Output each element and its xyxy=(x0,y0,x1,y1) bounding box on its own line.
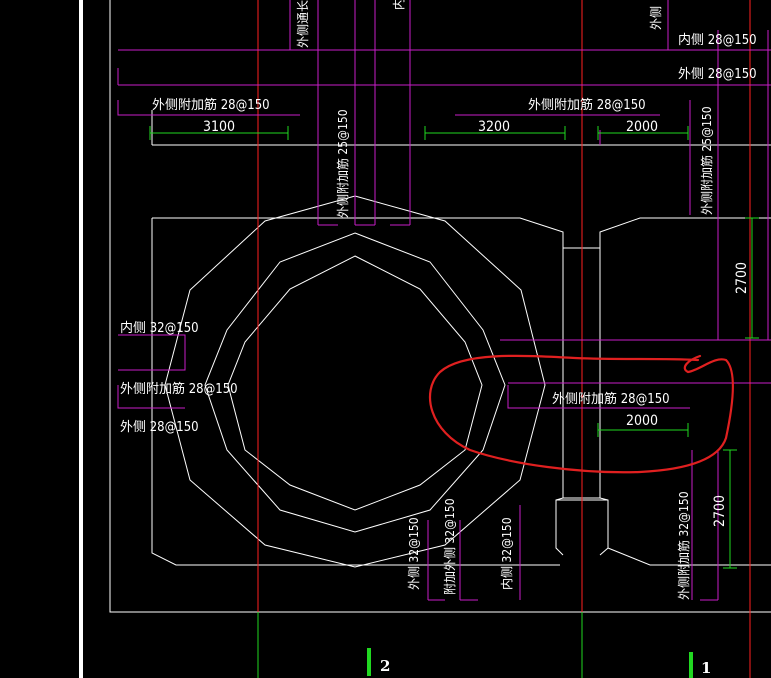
rebar-label: 内 xyxy=(392,0,406,10)
rebar-label: 外侧附加筋 32@150 xyxy=(676,491,691,600)
grid-marker-label: 1 xyxy=(701,659,711,677)
grid-marker-bar xyxy=(689,652,693,678)
dimension-value: 2000 xyxy=(626,119,658,135)
rebar-label: 外侧附加筋 28@150 xyxy=(152,97,270,113)
dimension-labels: 3100 3200 2000 2000 2700 2700 xyxy=(203,119,750,527)
outer-frame xyxy=(109,0,771,613)
dimension-value: 3100 xyxy=(203,119,235,135)
grid-marker-bar xyxy=(367,648,371,676)
middle-octagon xyxy=(204,232,506,533)
grid-marker-1[interactable]: 1 xyxy=(689,652,711,678)
grid-marker-2[interactable]: 2 xyxy=(367,648,390,676)
rebar-label: 外侧附加筋 28@150 xyxy=(120,381,238,397)
rebar-label: 外侧 28@150 xyxy=(678,67,757,82)
grid-marker-label: 2 xyxy=(380,657,390,675)
rebar-label: 外侧通长 xyxy=(296,0,310,48)
rebar-label: 内侧 28@150 xyxy=(678,32,757,48)
rebar-label: 外侧 xyxy=(649,6,663,30)
inner-octagon xyxy=(227,255,483,511)
dimension-value: 2700 xyxy=(734,262,750,294)
structure-outline xyxy=(109,0,771,613)
rebar-label: 外侧附加筋 25@150 xyxy=(335,109,350,218)
rebar-label: 外侧附加筋 28@150 xyxy=(552,391,670,407)
grid-axis-lines xyxy=(257,612,583,678)
rebar-label: 外侧 28@150 xyxy=(120,420,199,435)
dimension-value: 3200 xyxy=(478,119,510,135)
rebar-label: 外侧 32@150 xyxy=(407,517,421,590)
dimension-value: 2700 xyxy=(712,495,728,527)
cad-drawing-canvas[interactable]: 2 1 内侧 28@150 外侧 28@150 外侧附加筋 28@150 外侧附… xyxy=(0,0,771,678)
left-blank-panel xyxy=(0,0,78,678)
rebar-label: 外侧附加筋 25@150 xyxy=(699,106,714,215)
rebar-label: 内侧 32@150 xyxy=(120,320,199,336)
rebar-label: 外侧附加筋 28@150 xyxy=(528,97,646,113)
rebar-label: 内侧 32@150 xyxy=(500,517,514,590)
rebar-label: 附加外侧 32@150 xyxy=(443,498,457,595)
dimension-value: 2000 xyxy=(626,413,658,429)
rebar-labels-vertical: 外侧通长 内 外侧 外侧附加筋 25@150 外侧附加筋 25@150 外侧 3… xyxy=(296,0,714,600)
body-top-edge xyxy=(152,217,771,249)
markup-highlight-loop xyxy=(428,354,735,474)
